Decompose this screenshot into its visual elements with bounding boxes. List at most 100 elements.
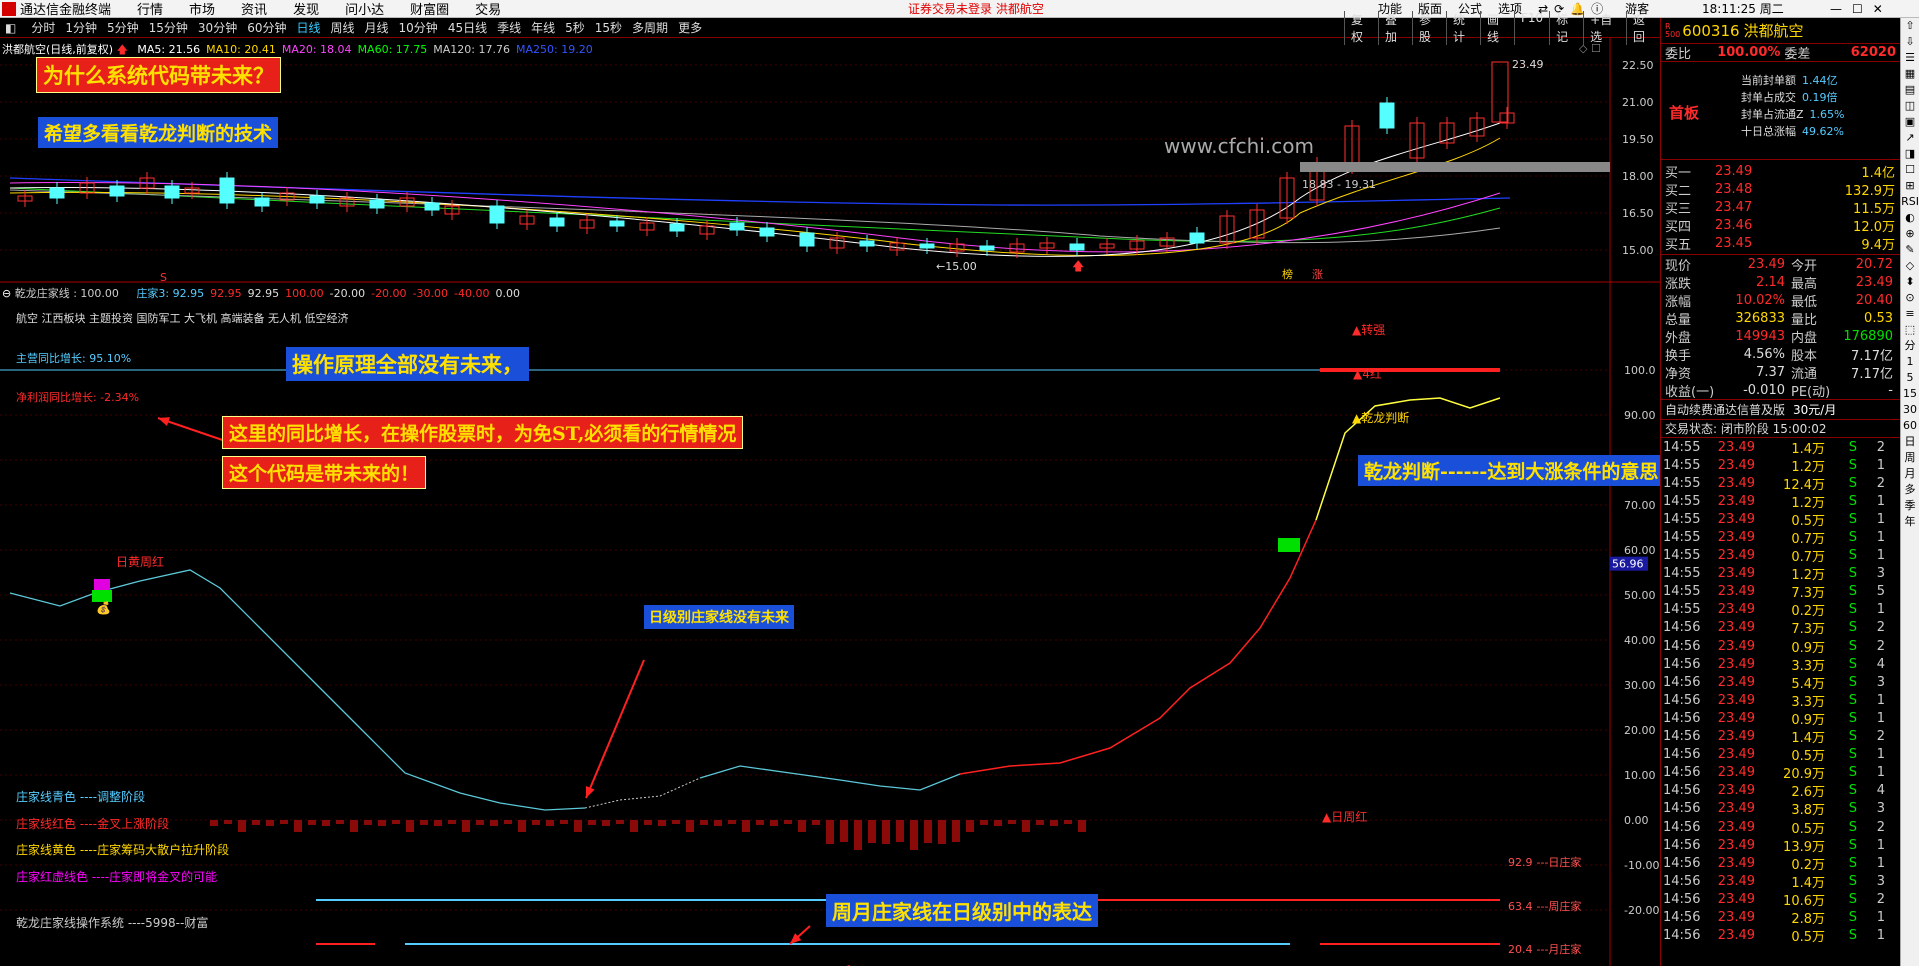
candle-body — [979, 245, 995, 251]
trade-cell: 3.3万 — [1791, 694, 1825, 710]
trade-cell: S — [1848, 584, 1857, 600]
sidebar-tool-icon[interactable]: ☐ — [1901, 162, 1919, 178]
promo-price[interactable]: 30元/月 — [1793, 401, 1836, 418]
volume-bar — [1022, 820, 1030, 832]
period-12[interactable]: 年线 — [531, 21, 555, 35]
sidebar-period[interactable]: 多 — [1901, 482, 1919, 498]
sidebar-period[interactable]: 季 — [1901, 498, 1919, 514]
sidebar-tool-icon[interactable]: ↗ — [1901, 130, 1919, 146]
period-8[interactable]: 月线 — [365, 21, 389, 35]
trade-cell: 1.2万 — [1791, 495, 1825, 511]
period-9[interactable]: 10分钟 — [399, 21, 438, 35]
banker-line-cyan2 — [699, 765, 961, 791]
bid-row[interactable]: 买三 23.47 11.5万 — [1661, 198, 1900, 217]
sidebar-period[interactable]: 60 — [1901, 418, 1919, 434]
sidebar-period[interactable]: 年 — [1901, 514, 1919, 530]
bid-row[interactable]: 买一 23.49 1.4亿 — [1661, 162, 1900, 181]
bid-volume: 132.9万 — [1844, 183, 1895, 199]
collapse-icon[interactable]: ⊖ — [2, 287, 11, 300]
period-10[interactable]: 45日线 — [448, 21, 487, 35]
menu-item[interactable]: 资讯 — [241, 0, 267, 18]
chart-control-icons[interactable]: ◇ ☐ — [1579, 42, 1601, 55]
promo-text[interactable]: 自动续费通达信普及版 — [1665, 401, 1785, 418]
window-controls[interactable]: —☐✕ — [1830, 2, 1893, 16]
sidebar-tool-icon[interactable]: ▦ — [1901, 66, 1919, 82]
trade-cell: 10.6万 — [1783, 893, 1825, 909]
menu-item[interactable]: 市场 — [189, 0, 215, 18]
chart-area[interactable]: 22.50 21.00 19.50 18.00 16.50 15.00 23.49 ←15.0… — [0, 38, 1660, 966]
bid-row[interactable]: 买四 23.46 12.0万 — [1661, 216, 1900, 235]
sidebar-period[interactable]: 月 — [1901, 466, 1919, 482]
sidebar-tool-icon[interactable]: ⬚ — [1901, 322, 1919, 338]
period-0[interactable]: 分时 — [31, 21, 55, 35]
menu-item[interactable]: 行情 — [137, 0, 163, 18]
menu-item[interactable]: 交易 — [475, 0, 501, 18]
volume-bar — [574, 820, 582, 832]
trade-cell: 1 — [1876, 602, 1885, 618]
sidebar-tool-icon[interactable]: ⊞ — [1901, 178, 1919, 194]
sidebar-period[interactable]: 分 — [1901, 338, 1919, 354]
sidebar-period[interactable]: 30 — [1901, 402, 1919, 418]
period-14[interactable]: 15秒 — [595, 21, 622, 35]
stat-value: 20.72 — [1855, 256, 1893, 272]
period-1[interactable]: 1分钟 — [65, 21, 97, 35]
trade-cell: 23.49 — [1717, 511, 1755, 527]
sidebar-period[interactable]: 周 — [1901, 450, 1919, 466]
period-13[interactable]: 5秒 — [565, 21, 585, 35]
trade-cell: 14:55 — [1663, 493, 1701, 509]
trade-cell: 23.49 — [1717, 475, 1755, 491]
stat-value: -0.010 — [1743, 382, 1785, 398]
trade-cell: 3.8万 — [1791, 803, 1825, 819]
sidebar-tool-icon[interactable]: ☰ — [1901, 50, 1919, 66]
sidebar-tool-icon[interactable]: ◨ — [1901, 146, 1919, 162]
sidebar-period[interactable]: 1 — [1901, 354, 1919, 370]
sidebar-tool-icon[interactable]: ⊕ — [1901, 226, 1919, 242]
period-11[interactable]: 季线 — [497, 21, 521, 35]
toggle-icon[interactable]: ◧ — [5, 21, 16, 35]
period-15[interactable]: 多周期 — [632, 21, 668, 35]
period-6[interactable]: 日线 — [296, 21, 320, 35]
sidebar-tool-icon[interactable]: ⇩ — [1901, 34, 1919, 50]
sidebar-tool-icon[interactable]: ≡ — [1901, 306, 1919, 322]
sidebar-tool-icon[interactable]: ⬍ — [1901, 274, 1919, 290]
trade-cell: 0.7万 — [1791, 532, 1825, 548]
sidebar-tool-icon[interactable]: ▣ — [1901, 114, 1919, 130]
menu-item[interactable]: 问小达 — [345, 0, 384, 18]
trade-cell: 0.2万 — [1791, 604, 1825, 620]
volume-bar — [364, 820, 372, 825]
period-2[interactable]: 5分钟 — [107, 21, 139, 35]
indicator-tick-label: -20.00 — [1624, 904, 1659, 917]
trade-cell: S — [1848, 439, 1857, 455]
volume-bar — [1008, 820, 1016, 824]
sidebar-tool-icon[interactable]: RSI — [1901, 194, 1919, 210]
menu-item[interactable]: 财富圈 — [410, 0, 449, 18]
sidebar-tool-icon[interactable]: ⊙ — [1901, 290, 1919, 306]
sidebar-period[interactable]: 15 — [1901, 386, 1919, 402]
volume-bar — [700, 820, 708, 825]
day-zhuang-label: 92.9 ---日庄家 — [1508, 854, 1581, 870]
sidebar-tool-icon[interactable]: ◫ — [1901, 98, 1919, 114]
period-7[interactable]: 周线 — [331, 21, 355, 35]
sidebar-tool-icon[interactable]: ▤ — [1901, 82, 1919, 98]
period-4[interactable]: 30分钟 — [198, 21, 237, 35]
sidebar-period[interactable]: 5 — [1901, 370, 1919, 386]
period-16[interactable]: 更多 — [678, 21, 702, 35]
kline-tick-label: 15.00 — [1622, 244, 1654, 257]
menu-item[interactable]: 发现 — [293, 0, 319, 18]
bid-row[interactable]: 买二 23.48 132.9万 — [1661, 180, 1900, 199]
sidebar-tool-icon[interactable]: ⇧ — [1901, 18, 1919, 34]
sidebar-tool-icon[interactable]: ◐ — [1901, 210, 1919, 226]
sidebar-tool-icon[interactable]: ◇ — [1901, 258, 1919, 274]
bid-row[interactable]: 买五 23.45 9.4万 — [1661, 234, 1900, 253]
period-5[interactable]: 60分钟 — [247, 21, 286, 35]
volume-bar — [854, 820, 862, 850]
volume-bar — [980, 820, 988, 825]
trade-cell: 5.4万 — [1791, 676, 1825, 692]
legend-item: 庄家线黄色 ----庄家筹码大散户拉升阶段 — [16, 843, 230, 857]
volume-bar — [602, 820, 610, 826]
sidebar-period[interactable]: 日 — [1901, 434, 1919, 450]
sidebar-tool-icon[interactable]: ✎ — [1901, 242, 1919, 258]
up-arrow-icon: 🡅 — [116, 43, 128, 56]
period-3[interactable]: 15分钟 — [149, 21, 188, 35]
ma-label: MA120: 17.76 — [433, 43, 510, 56]
